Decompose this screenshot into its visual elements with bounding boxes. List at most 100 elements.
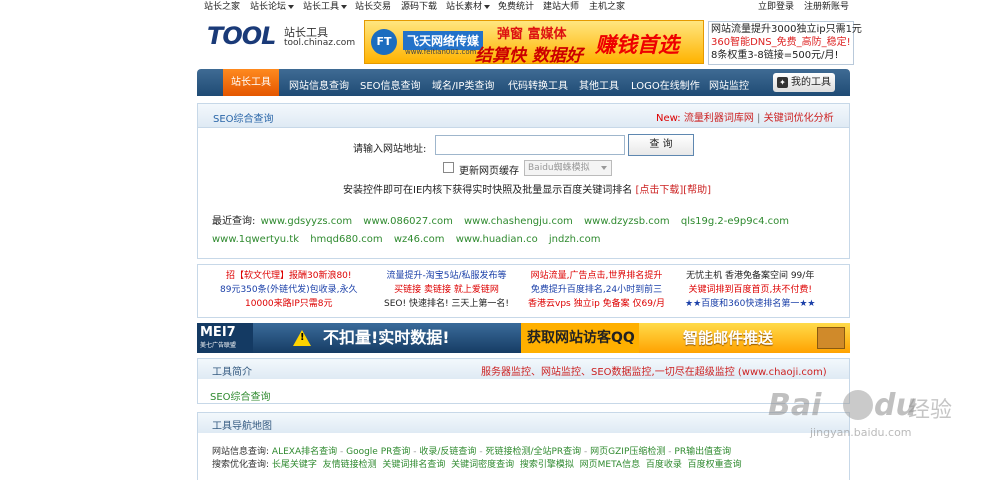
sitemap-row: 网站信息查询: ALEXA排名查询 - Google PR查询 - 收录/反链查… — [212, 447, 732, 457]
ad-link[interactable]: 免费提升百度排名,24小时到前三 — [528, 283, 665, 297]
logo-url: tool.chinaz.com — [284, 38, 356, 48]
ad-link[interactable]: 香港云vps 独立ip 免备案 仅69/月 — [528, 297, 665, 311]
url-input[interactable] — [435, 135, 625, 155]
warning-icon: ! — [293, 330, 311, 346]
panel-header: SEO综合查询 New: 流量利器词库网 | 关键词优化分析 — [198, 104, 849, 128]
ad-link[interactable]: SEO! 快速排名! 三天上第一名! — [384, 297, 509, 311]
recent-query-link[interactable]: qls19g.2-e9p9c4.com — [681, 216, 789, 227]
ad-link[interactable]: 买链接 卖链接 就上爱链网 — [384, 283, 509, 297]
query-button[interactable]: 查 询 — [628, 134, 694, 156]
top-link-trade[interactable]: 站长交易 — [355, 0, 391, 12]
right-text-ad: 网站流量提升3000独立ip只需1元 360智能DNS_免费_高防_稳定! 8条… — [708, 21, 862, 65]
spider-select[interactable]: Baidu蜘蛛模拟 — [524, 160, 612, 176]
sitemap-link[interactable]: 百度收录 — [646, 460, 682, 470]
feitian-logo-icon: FT — [371, 29, 397, 55]
sitemap-link[interactable]: 友情链接检测 — [323, 460, 377, 470]
sitemap-link[interactable]: 收录/反链查询 — [419, 447, 476, 457]
ad-link[interactable]: 关键词排到百度首页,扶不付费! — [685, 283, 815, 297]
nav-item-zhanzhang-tools[interactable]: 站长工具 — [223, 69, 279, 96]
sitemap-links: 网站信息查询: ALEXA排名查询 - Google PR查询 - 收录/反链查… — [212, 442, 742, 470]
recent-query-link[interactable]: www.1qwertyu.tk — [212, 234, 299, 245]
ad-right-line[interactable]: 360智能DNS_免费_高防_稳定! — [711, 36, 851, 49]
install-text: 安装控件即可在IE内核下获得实时快照及批量显示百度关键词排名 — [343, 185, 633, 196]
recent-query-link[interactable]: jndzh.com — [549, 234, 601, 245]
download-link[interactable]: [点击下载] — [635, 185, 683, 196]
chevron-down-icon — [288, 4, 295, 9]
ad-column: 流量提升-淘宝5站/私服发布等 买链接 卖链接 就上爱链网 SEO! 快速排名!… — [384, 269, 509, 311]
top-link-builder[interactable]: 建站大师 — [543, 0, 579, 12]
sitemap-row-label: 搜索优化查询: — [212, 460, 270, 470]
ad-column: 无忧主机 香港免备案空间 99/年 关键词排到百度首页,扶不付费! ★★百度和3… — [685, 269, 815, 311]
login-link[interactable]: 立即登录 — [758, 0, 794, 12]
new-label: New: — [656, 113, 681, 124]
ad-link[interactable]: 流量提升-淘宝5站/私服发布等 — [384, 269, 509, 283]
sitemap-link[interactable]: 关键词排名查询 — [382, 460, 445, 470]
recent-query-link[interactable]: www.chashengju.com — [464, 216, 573, 227]
sitemap-link[interactable]: 网页META信息 — [580, 460, 640, 470]
top-link-label: 站长论坛 — [250, 2, 287, 12]
watermark-jingyan: 经验 — [908, 398, 953, 423]
recent-query-link[interactable]: hmqd680.com — [310, 234, 382, 245]
ad-link[interactable]: 89元350条(外链代发)包收录,永久 — [220, 283, 358, 297]
chevron-down-icon — [601, 166, 607, 170]
sitemap-link[interactable]: 百度权重查询 — [688, 460, 742, 470]
nav-item-code-convert[interactable]: 代码转换工具 — [508, 77, 568, 92]
nav-item-other-tools[interactable]: 其他工具 — [579, 77, 619, 92]
panel-title: SEO综合查询 — [213, 114, 274, 125]
install-notice: 安装控件即可在IE内核下获得实时快照及批量显示百度关键词排名 [点击下载][帮助… — [343, 181, 711, 196]
recent-query-link[interactable]: www.huadian.co — [456, 234, 538, 245]
ad-link[interactable]: ★★百度和360快速排名第一★★ — [685, 297, 815, 311]
ad-link[interactable]: 网站流量,广告点击,世界排名提升 — [528, 269, 665, 283]
nav-item-site-monitor[interactable]: 网站监控 — [709, 77, 749, 92]
sitemap-link[interactable]: 关键词密度查询 — [451, 460, 514, 470]
top-link-host[interactable]: 主机之家 — [589, 0, 625, 12]
sitemap-link[interactable]: 搜索引擎模拟 — [520, 460, 574, 470]
sitemap-link[interactable]: PR输出值查询 — [674, 447, 731, 457]
ad-right-line[interactable]: 8条权重3-8链接=500元/月! — [711, 49, 851, 62]
monitor-ad-link[interactable]: 服务器监控、网站监控、SEO数据监控,一切尽在超级监控 (www.chaoji.… — [481, 363, 827, 378]
link-traffic-keyword[interactable]: 流量利器词库网 — [684, 113, 754, 124]
recent-queries-row-2: www.1qwertyu.tk hmqd680.com wz46.com www… — [212, 234, 600, 245]
wide-ad-banner[interactable]: MEI7 美七广告联盟 不扣量!实时数据! ! 获取网站访客QQ 智能邮件推送 — [197, 323, 850, 353]
url-input-label: 请输入网站地址: — [353, 144, 427, 155]
sitemap-link[interactable]: ALEXA排名查询 — [272, 447, 337, 457]
refresh-cache-checkbox[interactable] — [443, 162, 454, 173]
site-logo[interactable]: TOOL 站长工具 tool.chinaz.com — [207, 22, 357, 54]
my-tools-button[interactable]: ✦ 我的工具 — [773, 73, 835, 92]
sitemap-link[interactable]: 死链接检测/全站PR查询 — [485, 447, 581, 457]
nav-item-logo-maker[interactable]: LOGO在线制作 — [631, 77, 700, 92]
package-icon — [817, 327, 845, 349]
recent-query-link[interactable]: www.086027.com — [363, 216, 453, 227]
top-link-stats[interactable]: 免费统计 — [498, 0, 534, 12]
recent-query-link[interactable]: wz46.com — [394, 234, 445, 245]
top-ad-banner[interactable]: FT 飞天网络传媒 www.feitian001.com 弹窗 富媒体 结算快 … — [364, 20, 704, 64]
recent-query-link[interactable]: www.dzyzsb.com — [584, 216, 670, 227]
ad-link[interactable]: 无忧主机 香港免备案空间 99/年 — [685, 269, 815, 283]
register-link[interactable]: 注册新账号 — [804, 0, 849, 12]
sitemap-row-label: 网站信息查询: — [212, 447, 270, 457]
nav-item-domain-ip[interactable]: 域名/IP类查询 — [432, 77, 494, 92]
recent-query-link[interactable]: www.gdsyyzs.com — [261, 216, 353, 227]
top-link-source[interactable]: 源码下载 — [401, 0, 437, 12]
section-title: 工具导航地图 — [212, 421, 272, 432]
wrench-icon: ✦ — [777, 77, 788, 88]
chevron-down-icon — [341, 4, 348, 9]
ad-right-line[interactable]: 网站流量提升3000独立ip只需1元 — [711, 23, 862, 36]
sitemap-link[interactable]: 长尾关键字 — [272, 460, 317, 470]
top-link-zhanzhang-home[interactable]: 站长之家 — [204, 0, 240, 12]
link-keyword-analysis[interactable]: 关键词优化分析 — [764, 113, 834, 124]
sitemap-link[interactable]: Google PR查询 — [346, 447, 410, 457]
nav-item-site-info[interactable]: 网站信息查询 — [289, 77, 349, 92]
recent-queries-row-1: 最近查询: www.gdsyyzs.com www.086027.com www… — [212, 212, 789, 227]
ad-link[interactable]: 10000来路IP只需8元 — [220, 297, 358, 311]
help-link[interactable]: [帮助] — [683, 185, 711, 196]
top-link-forum[interactable]: 站长论坛 — [250, 0, 295, 12]
top-link-tools[interactable]: 站长工具 — [303, 0, 348, 12]
sitemap-link[interactable]: 网页GZIP压缩检测 — [590, 447, 665, 457]
nav-item-seo-info[interactable]: SEO信息查询 — [360, 77, 421, 92]
ad-column: 网站流量,广告点击,世界排名提升 免费提升百度排名,24小时到前三 香港云vps… — [528, 269, 665, 311]
top-link-material[interactable]: 站长素材 — [446, 0, 491, 12]
ad-link[interactable]: 招【软文代理】报酬30新浪80! — [220, 269, 358, 283]
section-header: 工具导航地图 — [198, 413, 849, 433]
mei7-sub: 美七广告联盟 — [200, 342, 237, 349]
